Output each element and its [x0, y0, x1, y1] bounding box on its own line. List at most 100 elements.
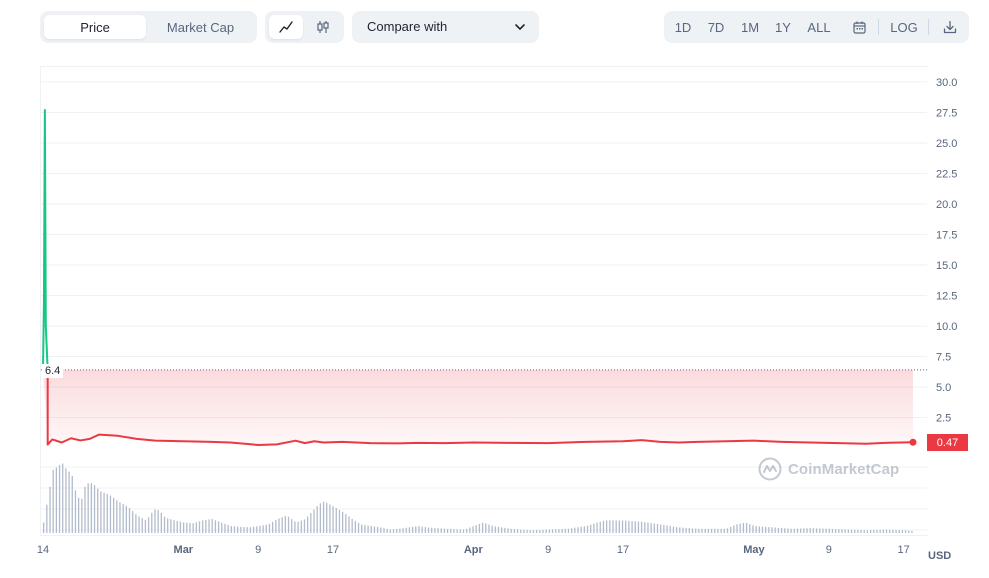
- volume-bar: [481, 522, 484, 533]
- volume-bar: [736, 524, 738, 533]
- volume-bar: [367, 525, 369, 533]
- volume-bar: [77, 497, 80, 533]
- volume-bar: [536, 529, 538, 533]
- price-chart[interactable]: 30.0 27.5 25.0 22.5 20.0 17.5 15.0 12.5 10.0 7.5 5…: [0, 0, 989, 578]
- volume-bar: [119, 502, 121, 533]
- volume-bar: [233, 526, 236, 533]
- volume-bar: [434, 527, 436, 533]
- volume-bar: [68, 471, 70, 533]
- volume-bar: [548, 529, 551, 533]
- volume-bar: [650, 523, 652, 533]
- volume-bar: [345, 514, 347, 533]
- y-tick-label: 12.5: [936, 291, 957, 303]
- y-tick-label: 7.5: [936, 352, 951, 364]
- volume-bar: [475, 525, 477, 533]
- volume-bar: [316, 506, 318, 533]
- volume-bar: [272, 521, 274, 533]
- volume-bar: [529, 530, 531, 533]
- volume-bar: [217, 521, 220, 533]
- volume-bar: [182, 522, 185, 533]
- volume-bar: [112, 497, 115, 533]
- volume-bar: [605, 520, 608, 533]
- volume-bar: [799, 528, 802, 533]
- volume-bar: [679, 527, 681, 533]
- volume-bar: [469, 527, 471, 533]
- volume-bar: [873, 529, 875, 533]
- volume-bar: [354, 520, 357, 533]
- volume-bar: [733, 525, 735, 533]
- volume-bar: [408, 527, 411, 533]
- volume-bar: [116, 500, 118, 533]
- volume-bar: [615, 520, 617, 533]
- volume-bar: [446, 528, 449, 533]
- volume-bar: [904, 530, 907, 533]
- volume-bar: [866, 530, 869, 533]
- volume-bar: [466, 528, 468, 533]
- volume-bar: [586, 525, 589, 533]
- y-tick-label: 30.0: [936, 77, 957, 89]
- last-price-badge: 0.47: [927, 434, 968, 451]
- volume-bar: [539, 529, 541, 533]
- volume-bar: [392, 529, 395, 533]
- volume-bar: [869, 530, 872, 533]
- y-tick-label: 20.0: [936, 199, 957, 211]
- volume-bar: [822, 528, 824, 533]
- volume-bar: [221, 522, 223, 533]
- y-axis: 30.0 27.5 25.0 22.5 20.0 17.5 15.0 12.5 10.0 7.5 5…: [936, 77, 957, 425]
- volume-bar: [854, 529, 856, 533]
- volume-bar: [771, 527, 773, 533]
- volume-bar: [908, 530, 910, 533]
- volume-bar: [685, 527, 687, 533]
- volume-bar: [338, 509, 341, 533]
- volume-bar: [526, 529, 528, 533]
- volume-bar: [844, 529, 846, 533]
- volume-bar: [399, 528, 401, 533]
- volume-bar: [326, 502, 328, 533]
- volume-bar: [189, 522, 191, 533]
- volume-bar: [494, 526, 496, 533]
- x-tick-label: May: [743, 544, 765, 556]
- volume-bar: [205, 519, 207, 533]
- volume-bar: [195, 522, 197, 533]
- volume-bar: [812, 528, 815, 533]
- volume-bar: [612, 520, 614, 533]
- volume-bar: [256, 526, 258, 533]
- volume-bar: [755, 526, 757, 533]
- volume-bar: [758, 526, 760, 533]
- volume-bar: [660, 524, 662, 533]
- volume-bar: [52, 469, 54, 533]
- volume-bar: [876, 529, 878, 533]
- volume-bar: [520, 529, 522, 533]
- volume-bar: [62, 463, 64, 533]
- open-price-label: 6.4: [42, 364, 64, 378]
- volume-bar: [675, 526, 678, 533]
- volume-bar: [46, 504, 48, 533]
- volume-bar: [911, 530, 913, 533]
- volume-bar: [415, 526, 417, 533]
- volume-bar: [450, 528, 452, 533]
- volume-bar: [656, 524, 659, 533]
- volume-bar: [147, 517, 150, 533]
- volume-bar: [488, 524, 490, 533]
- volume-bar: [640, 521, 643, 533]
- volume-bar: [49, 486, 51, 533]
- x-tick-label: 17: [617, 544, 629, 556]
- volume-bar: [135, 514, 137, 533]
- volume-bar: [109, 495, 112, 533]
- volume-bar: [523, 529, 525, 533]
- volume-bar: [208, 519, 210, 533]
- volume-bar: [510, 528, 512, 533]
- currency-label: USD: [928, 550, 952, 562]
- volume-bar: [478, 523, 481, 533]
- volume-bar: [567, 528, 570, 533]
- watermark-text: CoinMarketCap: [788, 460, 900, 478]
- volume-bar: [370, 526, 372, 533]
- volume-bar: [688, 528, 690, 533]
- volume-bar: [647, 522, 649, 533]
- volume-bar: [857, 529, 859, 533]
- volume-bar: [892, 529, 894, 533]
- volume-bar: [230, 526, 232, 533]
- volume-bar: [386, 528, 388, 533]
- volume-bar: [160, 512, 162, 533]
- volume-bar: [357, 522, 360, 533]
